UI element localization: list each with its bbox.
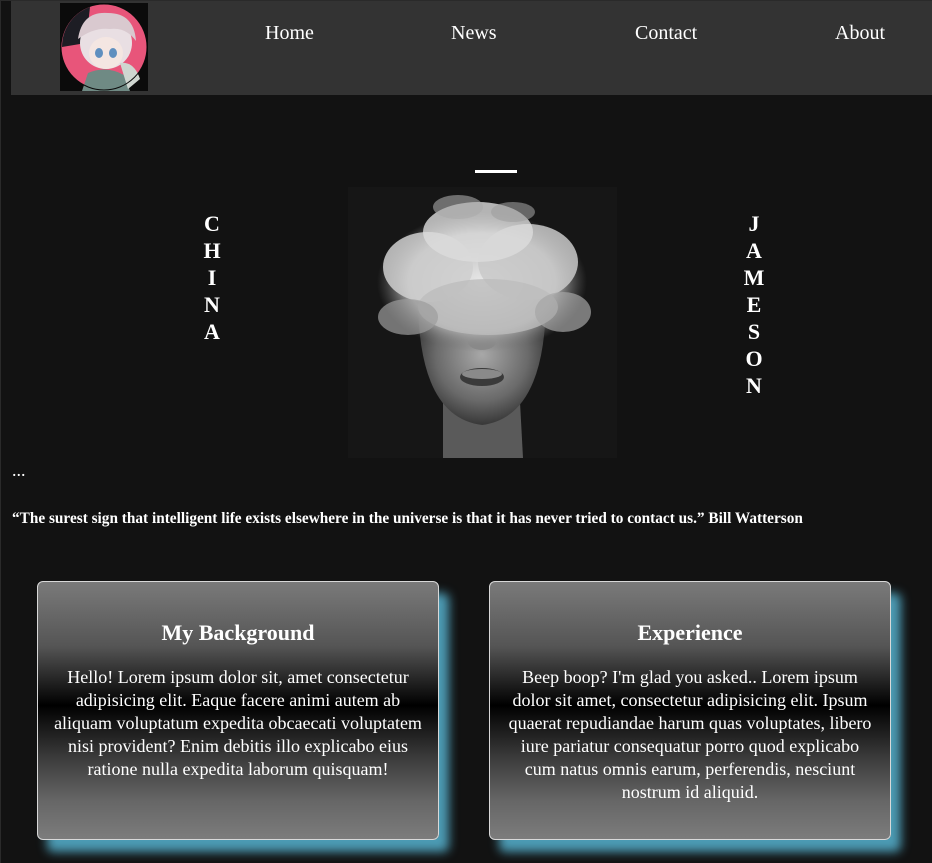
name-letter: M: [743, 265, 765, 290]
top-nav-bar: Home News Contact About: [11, 1, 932, 95]
nav-link-about[interactable]: About: [835, 21, 885, 45]
hero-divider: [475, 170, 517, 173]
name-letter: H: [203, 238, 221, 263]
smoke-face-image: [348, 187, 617, 458]
name-letter: A: [204, 319, 220, 344]
card-title: My Background: [161, 620, 315, 645]
nav-link-home[interactable]: Home: [265, 21, 314, 45]
name-letter: N: [746, 373, 762, 398]
name-letter: C: [204, 211, 220, 236]
quote-text: “The surest sign that intelligent life e…: [12, 510, 803, 527]
name-letter: E: [746, 292, 762, 317]
name-letter: J: [748, 211, 760, 236]
experience-card: Experience Beep boop? I'm glad you asked…: [489, 581, 891, 840]
first-name-vertical: C H I N A: [197, 210, 227, 345]
card-title: Experience: [637, 620, 743, 645]
ellipsis-text: ...: [12, 460, 26, 480]
name-letter: N: [204, 292, 220, 317]
card-body: Beep boop? I'm glad you asked.. Lorem ip…: [508, 667, 872, 802]
background-card: My Background Hello! Lorem ipsum dolor s…: [37, 581, 439, 840]
name-letter: I: [207, 265, 217, 290]
card-body: Hello! Lorem ipsum dolor sit, amet conse…: [54, 667, 422, 779]
name-letter: S: [747, 319, 761, 344]
nav-link-news[interactable]: News: [451, 21, 497, 45]
name-letter: O: [745, 346, 763, 371]
last-name-vertical: J A M E S O N: [739, 210, 769, 399]
nav-link-contact[interactable]: Contact: [635, 21, 697, 45]
name-letter: A: [746, 238, 762, 263]
avatar-logo-icon[interactable]: [60, 3, 148, 91]
